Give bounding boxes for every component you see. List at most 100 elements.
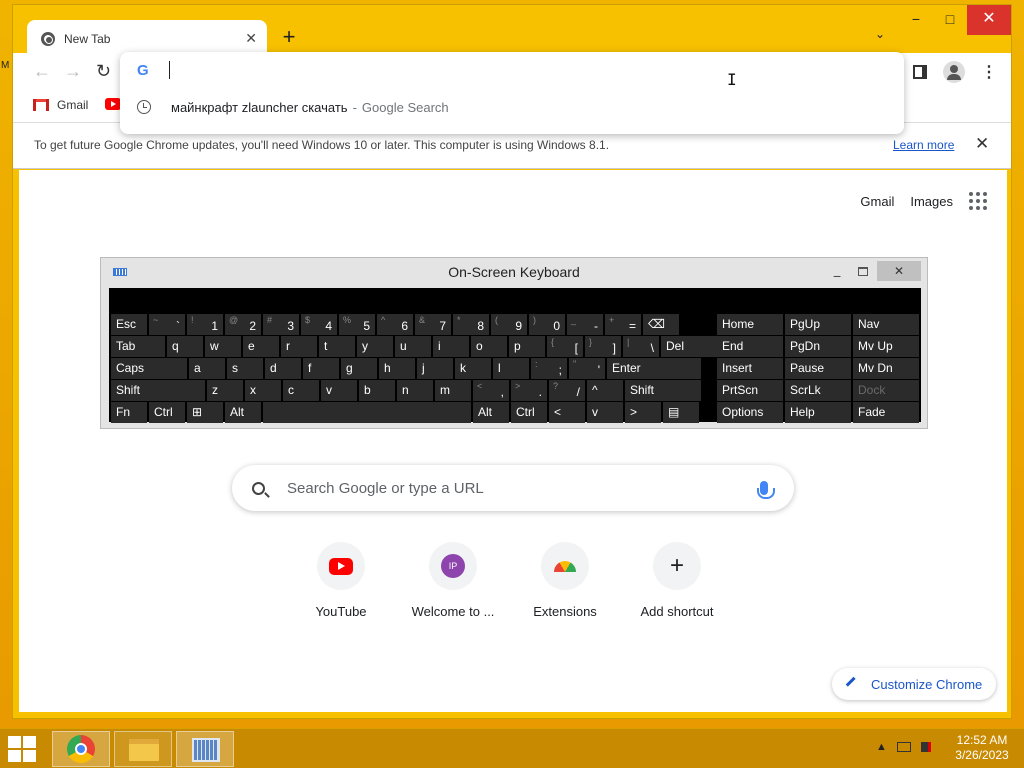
- osk-key[interactable]: ? /: [549, 380, 585, 401]
- shortcut-extensions[interactable]: Extensions: [515, 542, 615, 619]
- osk-key[interactable]: Alt: [473, 402, 509, 423]
- osk-key[interactable]: Tab: [111, 336, 165, 357]
- osk-key[interactable]: l: [493, 358, 529, 379]
- osk-key[interactable]: o: [471, 336, 507, 357]
- osk-key[interactable]: <,: [473, 380, 509, 401]
- osk-minimize-button[interactable]: −: [833, 262, 841, 290]
- osk-key[interactable]: x: [245, 380, 281, 401]
- osk-key[interactable]: @2: [225, 314, 261, 335]
- osk-key[interactable]: Alt: [225, 402, 261, 423]
- osk-nav-key[interactable]: PgUp: [785, 314, 851, 335]
- osk-key[interactable]: * 8: [453, 314, 489, 335]
- osk-key[interactable]: [263, 402, 471, 423]
- osk-key[interactable]: Shift: [625, 380, 701, 401]
- osk-key[interactable]: m: [435, 380, 471, 401]
- osk-key[interactable]: Fn: [111, 402, 147, 423]
- osk-key[interactable]: Del: [661, 336, 717, 357]
- osk-key[interactable]: y: [357, 336, 393, 357]
- osk-key[interactable]: ▤: [663, 402, 699, 423]
- osk-key[interactable]: Esc: [111, 314, 147, 335]
- osk-key[interactable]: Ctrl: [149, 402, 185, 423]
- osk-key[interactable]: g: [341, 358, 377, 379]
- osk-key[interactable]: (9: [491, 314, 527, 335]
- osk-nav-key[interactable]: Help: [785, 402, 851, 423]
- bookmark-gmail[interactable]: Gmail: [33, 98, 88, 112]
- chrome-menu-icon[interactable]: ⋮: [981, 62, 997, 82]
- osk-key[interactable]: ! 1: [187, 314, 223, 335]
- osk-key[interactable]: v: [321, 380, 357, 401]
- ntp-search-box[interactable]: Search Google or type a URL: [232, 465, 794, 511]
- osk-key[interactable]: h: [379, 358, 415, 379]
- infobar-close-icon[interactable]: ✕: [975, 134, 989, 154]
- osk-key[interactable]: _ -: [567, 314, 603, 335]
- osk-key[interactable]: ⌫: [643, 314, 679, 335]
- omnibox-input[interactable]: G: [120, 52, 904, 88]
- osk-nav-key[interactable]: Options: [717, 402, 783, 423]
- osk-key[interactable]: >.: [511, 380, 547, 401]
- osk-key[interactable]: }]: [585, 336, 621, 357]
- osk-key[interactable]: ~ `: [149, 314, 185, 335]
- osk-key[interactable]: & 7: [415, 314, 451, 335]
- osk-key[interactable]: Caps: [111, 358, 187, 379]
- osk-key[interactable]: r: [281, 336, 317, 357]
- osk-key[interactable]: Shift: [111, 380, 205, 401]
- shortcut-youtube[interactable]: YouTube: [291, 542, 391, 619]
- osk-nav-key[interactable]: Mv Dn: [853, 358, 919, 379]
- osk-key[interactable]: n: [397, 380, 433, 401]
- osk-key[interactable]: :;: [531, 358, 567, 379]
- minimize-button[interactable]: −: [899, 5, 933, 35]
- osk-key[interactable]: | \: [623, 336, 659, 357]
- bookmark-youtube[interactable]: [105, 98, 121, 110]
- clock[interactable]: 12:52 AM 3/26/2023: [948, 733, 1016, 763]
- osk-nav-key[interactable]: Home: [717, 314, 783, 335]
- osk-key[interactable]: Ctrl: [511, 402, 547, 423]
- osk-key[interactable]: s: [227, 358, 263, 379]
- osk-key[interactable]: ^ 6: [377, 314, 413, 335]
- osk-titlebar[interactable]: On-Screen Keyboard − ✕: [101, 258, 927, 286]
- osk-key[interactable]: p: [509, 336, 545, 357]
- start-button[interactable]: [8, 736, 38, 763]
- osk-nav-key[interactable]: Insert: [717, 358, 783, 379]
- shortcut-welcome[interactable]: IP Welcome to ...: [403, 542, 503, 619]
- osk-nav-key[interactable]: ScrLk: [785, 380, 851, 401]
- taskbar-on-screen-keyboard[interactable]: [176, 731, 234, 767]
- osk-key[interactable]: q: [167, 336, 203, 357]
- osk-key[interactable]: t: [319, 336, 355, 357]
- google-apps-icon[interactable]: [969, 192, 987, 210]
- tray-overflow-arrow-icon[interactable]: ▲: [876, 741, 887, 753]
- window-close-button[interactable]: ✕: [967, 5, 1011, 35]
- osk-key[interactable]: % 5: [339, 314, 375, 335]
- osk-key[interactable]: v: [587, 402, 623, 423]
- side-panel-icon[interactable]: [913, 65, 927, 79]
- shortcut-add[interactable]: + Add shortcut: [627, 542, 727, 619]
- osk-nav-key[interactable]: Mv Up: [853, 336, 919, 357]
- customize-chrome-button[interactable]: Customize Chrome: [832, 668, 996, 700]
- osk-key[interactable]: " ': [569, 358, 605, 379]
- osk-nav-key[interactable]: Nav: [853, 314, 919, 335]
- osk-maximize-button[interactable]: [858, 267, 868, 276]
- tab-close-icon[interactable]: ✕: [245, 30, 257, 47]
- taskbar-file-explorer[interactable]: [114, 731, 172, 767]
- osk-key[interactable]: w: [205, 336, 241, 357]
- osk-key[interactable]: ) 0: [529, 314, 565, 335]
- osk-key[interactable]: Enter: [607, 358, 701, 379]
- gmail-link[interactable]: Gmail: [860, 194, 894, 209]
- volume-muted-icon[interactable]: [920, 742, 931, 752]
- learn-more-link[interactable]: Learn more: [893, 138, 954, 152]
- osk-key[interactable]: >: [625, 402, 661, 423]
- profile-avatar-icon[interactable]: [943, 61, 965, 83]
- osk-key[interactable]: ^: [587, 380, 623, 401]
- osk-key[interactable]: #3: [263, 314, 299, 335]
- osk-key[interactable]: a: [189, 358, 225, 379]
- back-arrow-icon[interactable]: ←: [33, 61, 51, 82]
- osk-key[interactable]: j: [417, 358, 453, 379]
- osk-nav-key[interactable]: PrtScn: [717, 380, 783, 401]
- new-tab-button[interactable]: +: [276, 25, 302, 51]
- images-link[interactable]: Images: [910, 194, 953, 209]
- osk-nav-key[interactable]: End: [717, 336, 783, 357]
- osk-nav-key[interactable]: Dock: [853, 380, 919, 401]
- osk-key[interactable]: <: [549, 402, 585, 423]
- osk-key[interactable]: k: [455, 358, 491, 379]
- omnibox-suggestion[interactable]: майнкрафт zlauncher скачать - Google Sea…: [120, 90, 904, 124]
- forward-arrow-icon[interactable]: →: [64, 61, 82, 82]
